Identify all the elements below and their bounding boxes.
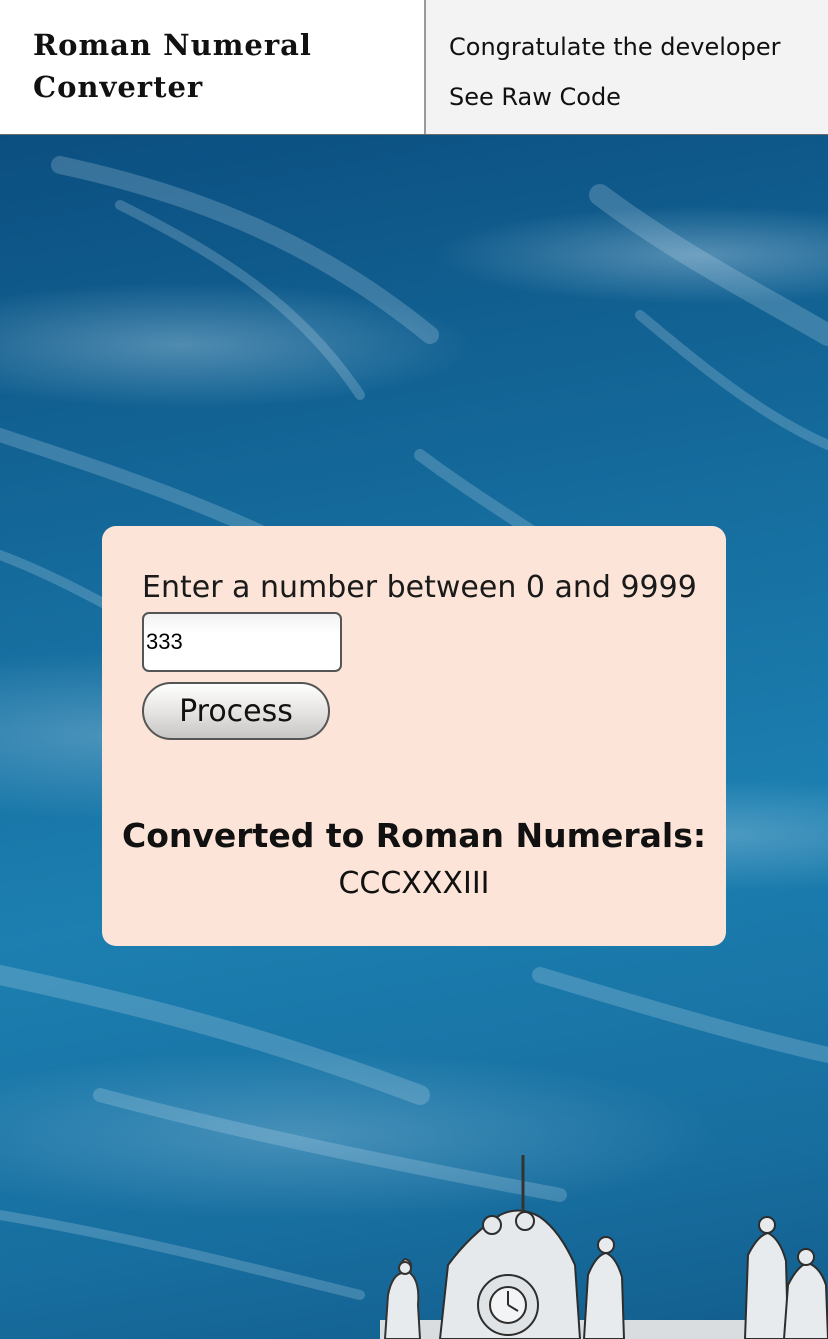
header-nav: Congratulate the developer See Raw Code	[426, 0, 828, 134]
app-title: Roman Numeral Converter	[33, 28, 312, 104]
top-header: Roman Numeral Converter Congratulate the…	[0, 0, 828, 135]
see-raw-code-link[interactable]: See Raw Code	[449, 72, 828, 122]
congratulate-developer-link[interactable]: Congratulate the developer	[449, 22, 828, 72]
number-input[interactable]	[142, 612, 342, 672]
result-heading: Converted to Roman Numerals:	[122, 816, 707, 855]
brand-area: Roman Numeral Converter	[0, 0, 426, 134]
process-button[interactable]: Process	[142, 682, 330, 740]
converter-card: Enter a number between 0 and 9999 Proces…	[102, 526, 726, 946]
roman-numeral-result: CCCXXXIII	[338, 866, 490, 901]
number-prompt-label: Enter a number between 0 and 9999	[142, 570, 697, 605]
